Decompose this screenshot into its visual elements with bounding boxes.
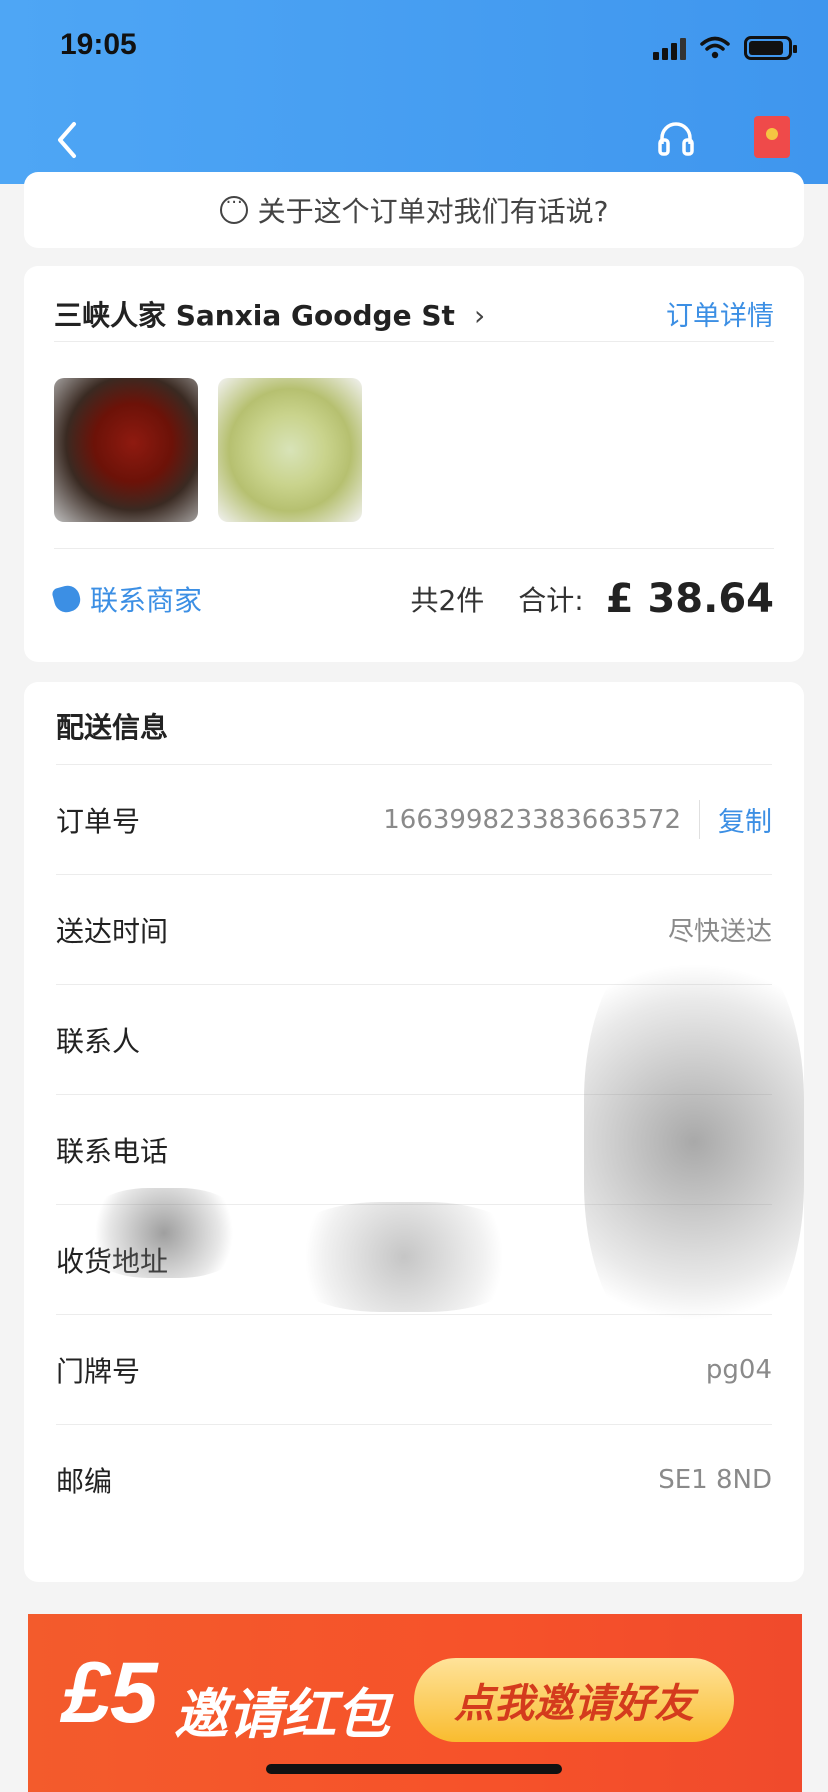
- chat-icon: [219, 192, 248, 224]
- order-number-row: 订单号 1663998233836635​72 复制: [56, 764, 772, 874]
- copy-button[interactable]: 复制: [699, 800, 772, 839]
- home-indicator: [266, 1764, 562, 1774]
- wifi-icon: [700, 36, 730, 59]
- row-label: 门牌号: [56, 1354, 141, 1388]
- nav-bar: [0, 112, 828, 168]
- total-price: £ 38.64: [605, 575, 774, 622]
- contact-merchant-label: 联系商家: [90, 583, 203, 617]
- shop-name: 三峡人家 Sanxia Goodge St: [54, 298, 455, 332]
- shop-header: 三峡人家 Sanxia Goodge St › 订单详情: [54, 286, 774, 342]
- dish-photo[interactable]: [54, 378, 198, 522]
- status-icons: [653, 36, 797, 60]
- phone-icon: [51, 582, 83, 615]
- redaction-smudge: [284, 1202, 524, 1312]
- feedback-text: 关于这个订单对我们有话说?: [257, 195, 609, 228]
- row-label: 送达时间: [56, 914, 169, 948]
- red-packet-icon[interactable]: [754, 116, 790, 158]
- postcode-row: 邮编 SE1 8ND: [56, 1424, 772, 1534]
- contact-merchant-button[interactable]: 联系商家: [51, 579, 203, 619]
- item-count: 共2件: [410, 583, 485, 617]
- shop-summary: 联系商家 共2件 合计: £ 38.64: [51, 548, 774, 648]
- order-number: 1663998233836635​72: [383, 804, 681, 835]
- dish-photo[interactable]: [218, 378, 362, 522]
- status-time: 19:05: [60, 28, 137, 61]
- header-bar: 19:05: [0, 0, 828, 184]
- row-label: 联系人: [56, 1024, 141, 1058]
- redaction-smudge: [584, 932, 804, 1352]
- banner-amount: £5: [62, 1645, 158, 1741]
- redaction-smudge: [84, 1188, 244, 1278]
- invite-friends-button[interactable]: 点我邀请好友: [414, 1658, 734, 1742]
- order-totals: 共2件 合计: £ 38.64: [410, 576, 774, 622]
- back-arrow-icon[interactable]: [48, 116, 88, 164]
- shop-card: 三峡人家 Sanxia Goodge St › 订单详情 联系商家 共2件 合计…: [24, 266, 804, 662]
- banner-text: 邀请红包: [174, 1683, 390, 1746]
- shop-name-link[interactable]: 三峡人家 Sanxia Goodge St ›: [54, 294, 485, 334]
- row-label: 联系电话: [56, 1134, 169, 1168]
- door-number-value: pg04: [705, 1354, 772, 1385]
- total-label: 合计:: [518, 583, 584, 617]
- order-detail-link[interactable]: 订单详情: [666, 294, 774, 333]
- row-label: 邮编: [56, 1464, 113, 1498]
- signal-icon: [653, 36, 686, 60]
- feedback-prompt[interactable]: 关于这个订单对我们有话说?: [24, 172, 804, 248]
- row-label: 订单号: [56, 804, 141, 838]
- postcode-value: SE1 8ND: [658, 1464, 772, 1495]
- delivery-info-card: 配送信息 订单号 1663998233836635​72 复制 送达时间 尽快送…: [24, 682, 804, 1582]
- battery-icon: [744, 36, 797, 60]
- chevron-right-icon: ›: [473, 298, 486, 332]
- delivery-info-title: 配送信息: [56, 711, 169, 744]
- headset-icon[interactable]: [656, 118, 696, 158]
